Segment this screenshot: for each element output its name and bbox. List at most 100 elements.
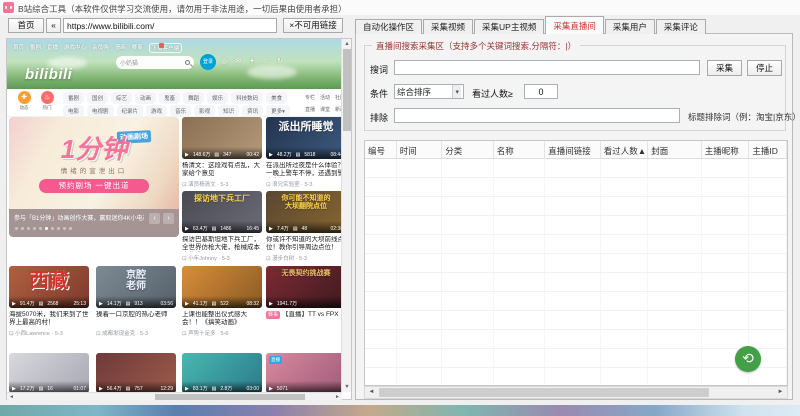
promo-carousel[interactable]: 动画剧场 1分钟 情绪的宣泄出口 预约剧场 一键出道 参与「B1分钟」动画创作大… — [9, 117, 179, 237]
channel-热门[interactable]: ♨热门 — [36, 91, 58, 111]
category-link-课堂[interactable]: 课堂 — [320, 106, 330, 113]
video-card[interactable]: 京腔 老师▶14.1万▤91303:56操着一口京腔的热心老师⊡ 成都发现金克 … — [96, 266, 176, 337]
column-header[interactable]: 看过人数▲ — [601, 141, 649, 158]
column-header[interactable]: 时间 — [397, 141, 443, 158]
site-nav-下载客户端[interactable]: 下载客户端 — [149, 43, 183, 53]
category-pill-电视剧[interactable]: 电视剧 — [87, 105, 114, 117]
video-title[interactable]: 在派出所过夜是什么体验？一晚上警车不停，还遇到警察盘问… — [266, 162, 342, 178]
column-header[interactable]: 分类 — [442, 141, 494, 158]
scroll-down-icon[interactable]: ▼ — [342, 382, 352, 392]
video-card[interactable]: ▶56.4万▤75712:29 — [96, 353, 176, 392]
site-search-box[interactable]: 小奶猫 — [116, 56, 194, 69]
scrollbar-thumb[interactable] — [343, 49, 351, 131]
column-header[interactable]: 直播间链接 — [545, 141, 600, 158]
table-horizontal-scrollbar[interactable]: ◄ ► — [364, 386, 788, 399]
history-icon[interactable]: ↻ — [277, 57, 283, 65]
back-button[interactable]: « — [46, 18, 61, 33]
scroll-left-icon[interactable]: ◄ — [365, 387, 378, 398]
carousel-dot[interactable] — [51, 227, 54, 230]
scroll-right-icon[interactable]: ► — [774, 387, 787, 398]
carousel-cta-button[interactable]: 预约剧场 一键出道 — [39, 179, 149, 193]
category-pill-科技数码[interactable]: 科技数码 — [231, 92, 263, 104]
browser-vertical-scrollbar[interactable]: ▲ ▼ — [341, 39, 351, 392]
vip-icon[interactable]: ◎ — [221, 57, 227, 65]
scroll-left-icon[interactable]: ◄ — [7, 393, 16, 401]
category-pill-电影[interactable]: 电影 — [63, 105, 84, 117]
category-pill-动画[interactable]: 动画 — [135, 92, 156, 104]
column-header[interactable]: 主播昵称 — [702, 141, 750, 158]
exclude-input[interactable] — [394, 108, 680, 123]
carousel-dot[interactable] — [57, 227, 60, 230]
column-header[interactable]: 主播ID — [749, 141, 787, 158]
collect-button[interactable]: 采集 — [707, 60, 742, 76]
site-nav-首页[interactable]: 首页 — [13, 43, 24, 53]
video-card[interactable]: 派出所睡觉▶48.2万▤581808:44在派出所过夜是什么体验？一晚上警车不停… — [266, 117, 342, 188]
uploader-name[interactable]: ⊡ 漫步白树 · 5-3 — [266, 254, 342, 262]
tab-采集用户[interactable]: 采集用户 — [605, 19, 655, 34]
category-pill-知识[interactable]: 知识 — [218, 105, 239, 117]
video-title[interactable]: 杨清文：这段戏有点乱，大家给个意见 — [182, 162, 262, 178]
site-nav-赛事[interactable]: 赛事 — [132, 43, 143, 53]
category-pill-综艺[interactable]: 综艺 — [111, 92, 132, 104]
carousel-dot[interactable] — [27, 227, 30, 230]
carousel-dots[interactable] — [15, 227, 72, 230]
video-card[interactable]: ▶148.6万▤34700:42杨清文：这段戏有点乱，大家给个意见⊡ 演员杨清文… — [182, 117, 262, 188]
category-link-专栏[interactable]: 专栏 — [305, 94, 315, 101]
category-link-直播[interactable]: 直播 — [305, 106, 315, 113]
uploader-name[interactable]: ⊡ 声势十足多 · 5-6 — [182, 329, 262, 337]
video-title[interactable]: 你或许不知道的大坝前线点位！教你引导周边点位！ — [266, 236, 342, 252]
carousel-dot[interactable] — [39, 227, 42, 230]
video-title[interactable]: 上课也能整出仪式感大会！！《搞笑动画》 — [182, 311, 262, 327]
site-nav-漫画[interactable]: 漫画 — [115, 43, 126, 53]
link-status-button[interactable]: ×不可用链接 — [283, 18, 343, 33]
category-pill-游戏[interactable]: 游戏 — [146, 105, 167, 117]
scrollbar-thumb[interactable] — [379, 388, 709, 397]
carousel-dot[interactable] — [69, 227, 72, 230]
scroll-right-icon[interactable]: ► — [333, 393, 342, 401]
favorite-icon[interactable]: ☆ — [263, 57, 269, 65]
uploader-name[interactable]: ⊡ 浪兄实验室 · 5-3 — [266, 180, 342, 188]
uploader-name[interactable]: ⊡ 成都发现金克 · 5-3 — [96, 329, 176, 337]
video-card[interactable]: 探访地下兵工厂▶63.4万▤148616:45探访巴基斯坦地下兵工厂，全世界仿枪… — [182, 191, 262, 262]
scroll-up-icon[interactable]: ▲ — [342, 39, 352, 49]
video-card[interactable]: ▶83.1万▤2.8万03:00 — [182, 353, 262, 392]
category-pill-影视[interactable]: 影视 — [194, 105, 215, 117]
site-nav-直播[interactable]: 直播 — [47, 43, 58, 53]
category-pill-舞蹈[interactable]: 舞蹈 — [183, 92, 204, 104]
channel-动态[interactable]: ✚动态 — [13, 91, 35, 111]
login-button[interactable]: 登录 — [200, 54, 216, 70]
category-pill-美食[interactable]: 美食 — [266, 92, 287, 104]
video-card[interactable]: 西藏▶91.4万▤256825:13海拔5070米，我们来到了世界上最高的村！⊡… — [9, 266, 89, 337]
video-card[interactable]: ▶41.1万▤52208:32上课也能整出仪式感大会！！《搞笑动画》⊡ 声势十足… — [182, 266, 262, 337]
tab-采集直播间[interactable]: 采集直播间 — [545, 16, 604, 34]
column-header[interactable]: 编号 — [365, 141, 397, 158]
carousel-dot[interactable] — [33, 227, 36, 230]
sort-order-select[interactable]: 综合排序 ▾ — [394, 84, 464, 99]
stop-button[interactable]: 停止 — [747, 60, 782, 76]
carousel-next-icon[interactable]: › — [163, 213, 174, 224]
tab-采集评论[interactable]: 采集评论 — [656, 19, 706, 34]
video-card[interactable]: 无畏契约挑战赛▶1941.7万赛事【直播】TT vs FPX — [266, 266, 342, 327]
site-nav-会员购[interactable]: 会员购 — [92, 43, 109, 53]
category-pill-纪录片[interactable]: 纪录片 — [117, 105, 144, 117]
carousel-dot[interactable] — [21, 227, 24, 230]
uploader-name[interactable]: ⊡ 演员杨清文 · 5-3 — [182, 180, 262, 188]
home-button[interactable]: 首页 — [8, 18, 44, 33]
video-title[interactable]: 探访巴基斯坦地下兵工厂，全世界仿枪大佬，枪械成本真的造… — [182, 236, 262, 252]
search-word-input[interactable] — [394, 60, 700, 75]
carousel-dot[interactable] — [45, 227, 48, 230]
tab-采集UP主视频[interactable]: 采集UP主视频 — [474, 19, 544, 34]
video-card[interactable]: ▶17.2万▤1601:07 — [9, 353, 89, 392]
video-title[interactable]: 操着一口京腔的热心老师 — [96, 311, 176, 327]
uploader-name[interactable]: ⊡ 小西Lawrence · 5-3 — [9, 329, 89, 337]
dynamic-icon[interactable]: ✦ — [249, 57, 255, 65]
tab-采集视频[interactable]: 采集视频 — [423, 19, 473, 34]
site-nav-番剧[interactable]: 番剧 — [30, 43, 41, 53]
column-header[interactable]: 名称 — [494, 141, 546, 158]
carousel-dot[interactable] — [15, 227, 18, 230]
refresh-button[interactable]: ⟲ — [735, 346, 761, 372]
tab-自动化操作区[interactable]: 自动化操作区 — [355, 19, 422, 34]
browser-horizontal-scrollbar[interactable]: ◄ ► — [7, 392, 342, 400]
url-input[interactable] — [63, 18, 277, 33]
video-card[interactable]: 直播▶5071 — [266, 353, 342, 392]
